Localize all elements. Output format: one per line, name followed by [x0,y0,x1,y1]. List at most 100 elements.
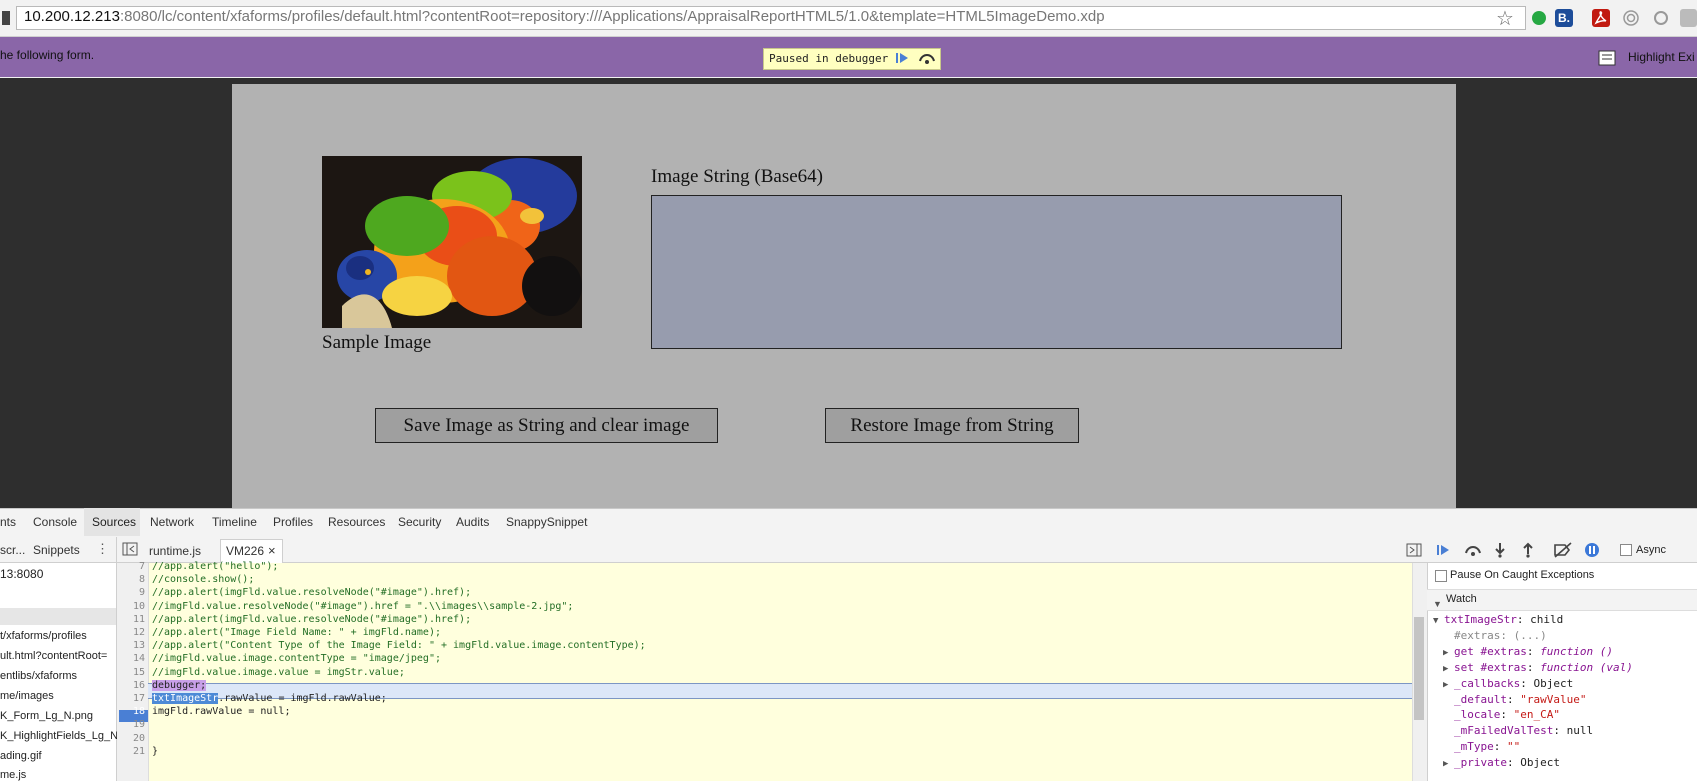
file-tab-runtime[interactable]: runtime.js [149,544,201,558]
tab-timeline[interactable]: Timeline [212,515,257,529]
step-over-next-call-icon[interactable] [1464,543,1482,562]
bookmark-star-icon[interactable]: ☆ [1496,6,1514,31]
watch-key: get #extras [1454,644,1527,658]
step-over-icon[interactable] [918,51,936,70]
tab-profiles[interactable]: Profiles [273,515,313,529]
watch-row[interactable]: _locale: "en_CA" [1443,708,1560,721]
debugger-statement: debugger; [152,679,207,691]
nav-item-file[interactable]: ult.html?contentRoot= [0,650,107,662]
pause-caught-checkbox[interactable] [1435,570,1447,582]
watch-row[interactable]: _mType: "" [1443,740,1520,753]
line-number[interactable]: 21 [117,746,145,757]
watch-key: set #extras [1454,660,1527,674]
more-options-icon[interactable]: ⋮ [96,541,109,557]
nav-item-folder[interactable]: t/xfaforms/profiles [0,630,87,642]
line-number[interactable]: 11 [117,614,145,625]
watch-row[interactable]: ▶ _private: Object [1443,756,1560,769]
watch-row[interactable]: ▶ get #extras: function () [1443,645,1613,658]
line-number[interactable]: 20 [117,733,145,744]
line-number[interactable]: 13 [117,640,145,651]
code-line: imgFld.rawValue = null; [152,706,291,718]
green-dot-extension-icon[interactable] [1530,9,1548,27]
line-number[interactable]: 15 [117,667,145,678]
highlight-existing-fields-label[interactable]: Highlight Exi [1628,50,1695,64]
collapse-watch-icon[interactable]: ▼ [1433,594,1442,612]
nav-selected-row [0,608,116,625]
watch-string: "en_CA" [1513,708,1560,722]
line-number[interactable]: 16 [117,680,145,691]
parrot-image [322,156,582,328]
tab-audits[interactable]: Audits [456,515,489,529]
nav-tab-content-scripts[interactable]: scr... [0,543,25,557]
nav-tab-snippets[interactable]: Snippets [33,543,80,557]
tab-sources[interactable]: Sources [92,515,136,529]
save-image-as-string-button[interactable]: Save Image as String and clear image [375,408,718,443]
expand-icon[interactable]: ▶ [1443,759,1454,769]
line-number[interactable]: 19 [117,719,145,730]
acrobat-extension-icon[interactable] [1592,9,1610,27]
watch-row[interactable]: ▶ set #extras: function (val) [1443,661,1633,674]
expand-icon[interactable]: ▶ [1443,680,1454,690]
tab-elements[interactable]: nts [0,515,16,529]
image-string-textarea[interactable] [651,195,1342,349]
sample-image-field[interactable] [322,156,582,328]
resume-script-icon[interactable] [1436,543,1454,562]
expand-icon[interactable]: ▶ [1443,648,1454,658]
line-number[interactable]: 8 [117,574,145,585]
line-number[interactable]: 7 [117,561,145,572]
banner-message: he following form. [0,48,95,62]
editor-tabbar [117,537,1427,563]
nav-item-host[interactable]: 13:8080 [0,567,43,581]
nav-item-file[interactable]: me.js [0,769,26,781]
line-number[interactable]: 9 [117,587,145,598]
url-path: :8080/lc/content/xfaforms/profiles/defau… [119,8,1105,25]
toggle-navigator-icon[interactable] [122,542,138,561]
refresh-extension-icon[interactable] [1652,9,1670,27]
line-number[interactable]: 17 [117,693,145,704]
watch-string: "rawValue" [1520,692,1587,706]
watch-row[interactable]: ▶ _callbacks: Object [1443,677,1573,690]
watch-label: Watch [1446,593,1477,605]
expand-icon[interactable]: ▶ [1443,664,1454,674]
code-line: //app.alert("Image Field Name: " + imgFl… [152,627,441,638]
page-info-icon[interactable] [2,11,10,25]
watch-row[interactable]: ▼ txtImageStr: child [1433,613,1563,626]
watch-row[interactable]: _default: "rawValue" [1443,693,1586,706]
pause-caught-label: Pause On Caught Exceptions [1450,569,1595,581]
nav-item-file[interactable]: K_Form_Lg_N.png [0,710,93,722]
watch-row[interactable]: _mFailedValTest: null [1443,724,1593,737]
pause-on-exceptions-icon[interactable] [1584,542,1600,563]
nav-item-file[interactable]: K_HighlightFields_Lg_N [0,730,118,742]
tab-console[interactable]: Console [33,515,77,529]
tab-network[interactable]: Network [150,515,194,529]
line-number[interactable]: 14 [117,653,145,664]
watch-row[interactable]: #extras: (...) [1443,629,1547,642]
toggle-debugger-icon[interactable] [1406,543,1422,562]
step-into-icon[interactable] [1494,542,1506,563]
nav-item-folder[interactable]: me/images [0,690,54,702]
line-number[interactable]: 18 [117,706,145,717]
tab-resources[interactable]: Resources [328,515,385,529]
step-out-icon[interactable] [1522,542,1534,563]
file-tab-vm226[interactable]: VM226 [226,544,264,558]
resume-icon[interactable] [895,51,911,70]
async-checkbox[interactable] [1620,544,1632,556]
restore-image-button[interactable]: Restore Image from String [825,408,1079,443]
nav-item-folder[interactable]: entlibs/xfaforms [0,670,77,682]
fingerprint-extension-icon[interactable] [1622,9,1640,27]
extension-icon[interactable] [1680,9,1697,27]
tab-security[interactable]: Security [398,515,441,529]
nav-item-file[interactable]: ading.gif [0,750,42,762]
code-line: //imgFld.value.resolveNode("#image").hre… [152,600,574,612]
highlight-fields-icon[interactable] [1598,49,1618,72]
close-tab-icon[interactable]: × [268,543,276,558]
editor-scrollbar-thumb[interactable] [1414,617,1424,720]
deactivate-breakpoints-icon[interactable] [1553,542,1573,563]
b-extension-icon[interactable]: B. [1555,9,1573,27]
line-number[interactable]: 12 [117,627,145,638]
tab-snappysnippet[interactable]: SnappySnippet [506,515,587,529]
code-line: //app.alert(imgFld.value.resolveNode("#i… [152,613,472,625]
collapse-icon[interactable]: ▼ [1433,616,1444,626]
line-number[interactable]: 10 [117,601,145,612]
watch-value: : (...) [1500,628,1547,642]
